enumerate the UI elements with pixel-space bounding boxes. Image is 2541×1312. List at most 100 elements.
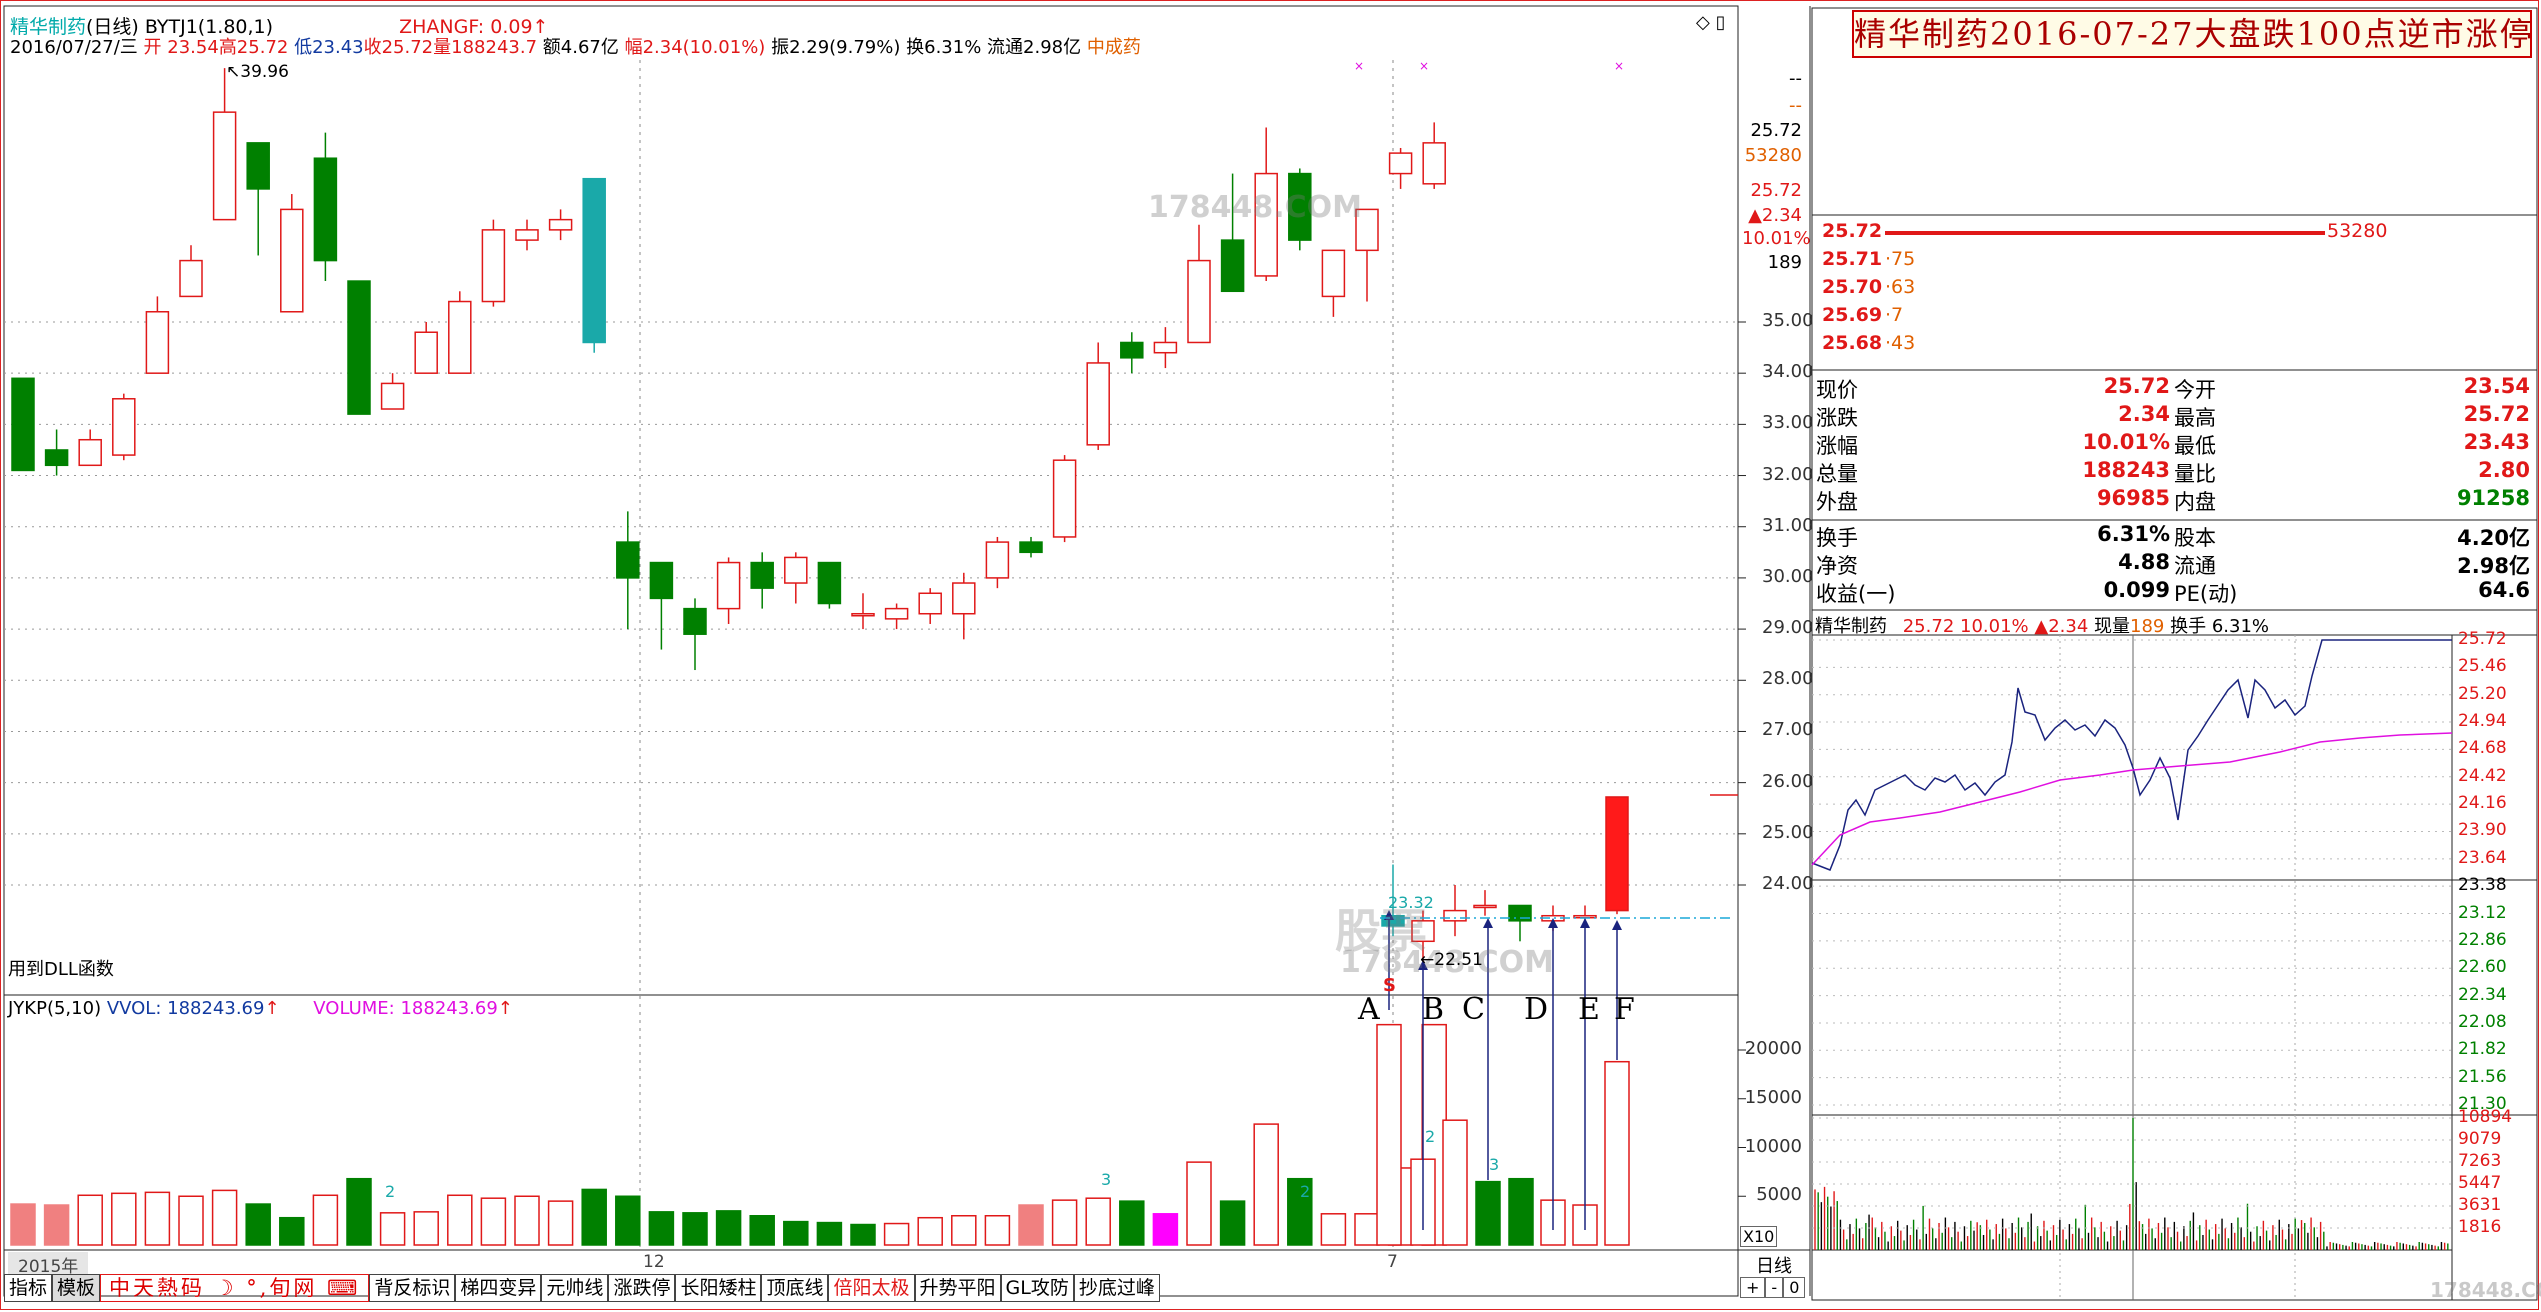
quote-value: 2.80 [2478, 458, 2530, 482]
quote-value: 4.88 [2118, 550, 2170, 574]
quote-value: 2.98亿 [2457, 554, 2530, 578]
price-tick: 33.00 [1762, 412, 1814, 434]
volume-bar [883, 1222, 910, 1246]
tab-template[interactable]: 模板 [52, 1274, 101, 1302]
annotation-letter: A [1358, 992, 1380, 1027]
volume-bar [951, 1215, 977, 1246]
price-tick: 30.00 [1762, 565, 1814, 587]
candle-body [1220, 239, 1245, 293]
candle-body [179, 259, 203, 298]
marker: × [1614, 59, 1624, 73]
quote-label: 最低 [2174, 434, 2216, 458]
tab-beiyang[interactable]: 倍阳太极 [828, 1274, 915, 1302]
annotation-letter: D [1524, 992, 1549, 1027]
intraday-stock-name[interactable]: 精华制药 [1815, 616, 1887, 637]
date-mark-7: 7 [1387, 1252, 1398, 1272]
tab-tisi[interactable]: 梯四变异 [455, 1274, 542, 1302]
recent-volume-bar [1508, 1177, 1534, 1246]
candle-body [1052, 459, 1077, 538]
tab-yuanshuai[interactable]: 元帅线 [541, 1274, 609, 1302]
sell-price: 25.72 [1822, 220, 1883, 242]
quote-value: 4.20亿 [2457, 526, 2530, 550]
recent-volume-bar [1376, 1023, 1402, 1246]
tab-gl[interactable]: GL攻防 [1000, 1274, 1074, 1302]
intraday-price-tick: 23.38 [2458, 875, 2507, 896]
intraday-price-tick: 24.42 [2458, 765, 2507, 786]
volume-bar [279, 1216, 305, 1246]
volume-bar [245, 1203, 271, 1246]
candle-body [448, 300, 472, 374]
top-axis-value: 25.72 [1750, 120, 1802, 141]
intraday-volume-tick: 9079 [2458, 1128, 2502, 1149]
tab-indicator[interactable]: 指标 [4, 1274, 53, 1302]
volume-bar [413, 1211, 439, 1246]
volume-bar [1253, 1123, 1279, 1246]
volume-bar [682, 1212, 708, 1246]
volume-bar [547, 1200, 574, 1246]
volume-indicator-name[interactable]: JYKP(5,10) [8, 998, 101, 1019]
candle-body [750, 561, 774, 589]
zoom-in-button[interactable]: + [1740, 1277, 1766, 1298]
quote-label: 换手 [1816, 526, 1858, 550]
intraday-price-tick: 21.82 [2458, 1039, 2507, 1060]
volume-bar [715, 1210, 742, 1246]
zoom-out-button[interactable]: - [1765, 1277, 1784, 1298]
volume-bar [43, 1204, 70, 1246]
quote-value: 23.54 [2463, 374, 2530, 398]
candle-body [515, 229, 539, 241]
quote-label: 最高 [2174, 406, 2216, 430]
marker: × [1354, 59, 1364, 73]
quote-label: 外盘 [1816, 490, 1858, 514]
intraday-volume-tick: 1816 [2458, 1216, 2502, 1237]
tab-beifan[interactable]: 背反标识 [369, 1274, 456, 1302]
open-mark: 23.32 [1388, 893, 1434, 912]
arrow-head [1580, 918, 1590, 928]
price-tick: 32.00 [1762, 463, 1814, 485]
quote-value: 64.6 [2478, 578, 2530, 602]
signal-label: 3 [1101, 1170, 1111, 1189]
tab-dingdi[interactable]: 顶底线 [761, 1274, 829, 1302]
x10-label[interactable]: X10 [1740, 1226, 1778, 1247]
candle-body [11, 377, 35, 472]
recent-volume-bar [1604, 1060, 1630, 1246]
candle-body [884, 607, 909, 620]
volume-bar [1354, 1213, 1380, 1246]
high-mark: ↖39.96 [226, 62, 289, 82]
arrow-head [1483, 918, 1493, 928]
volume-tick: 10000 [1744, 1135, 1802, 1157]
candle-body [1086, 362, 1110, 446]
quote-value: 96985 [2096, 486, 2170, 510]
intraday-price-tick: 22.60 [2458, 957, 2507, 978]
candle-body [1388, 152, 1413, 175]
candle-body [112, 398, 136, 456]
quote-label: 内盘 [2174, 490, 2216, 514]
quote-label: 今开 [2174, 378, 2216, 402]
tab-chaodi[interactable]: 抄底过峰 [1073, 1274, 1160, 1302]
tab-zhangdie[interactable]: 涨跌停 [608, 1274, 676, 1302]
watermark: 178448.COM [1148, 190, 1363, 225]
period-button[interactable]: 日线 [1740, 1252, 1808, 1278]
volume-bar [1152, 1213, 1179, 1246]
signal-label: 2 [385, 1182, 395, 1201]
candle-body [1422, 142, 1446, 185]
candle-body [44, 449, 69, 467]
candle-body [246, 142, 270, 190]
volume-bar [447, 1194, 473, 1246]
zoom-reset-button[interactable]: 0 [1783, 1277, 1806, 1298]
volume-bar [648, 1211, 675, 1246]
intraday-price: 25.72 [1902, 616, 1955, 637]
intraday-average-line [1811, 732, 2453, 866]
annotation-letter: F [1614, 992, 1635, 1027]
logo-zhongtian[interactable]: 中天熱码 ☽ °,旬网 ⌨ [100, 1274, 370, 1302]
intraday-price-tick: 23.64 [2458, 847, 2507, 868]
quote-label: 收益(一) [1816, 582, 1896, 606]
candle-body [716, 561, 741, 610]
sell-volume-bar [1885, 231, 2325, 235]
top-axis-value: -- [1789, 95, 1802, 116]
candle-body [481, 229, 506, 303]
candle-body [851, 612, 875, 617]
tab-shengshi[interactable]: 升势平阳 [914, 1274, 1001, 1302]
tab-changyang[interactable]: 长阳矮柱 [675, 1274, 762, 1302]
volume-bar [1186, 1161, 1212, 1246]
volume-bar [1085, 1197, 1111, 1246]
